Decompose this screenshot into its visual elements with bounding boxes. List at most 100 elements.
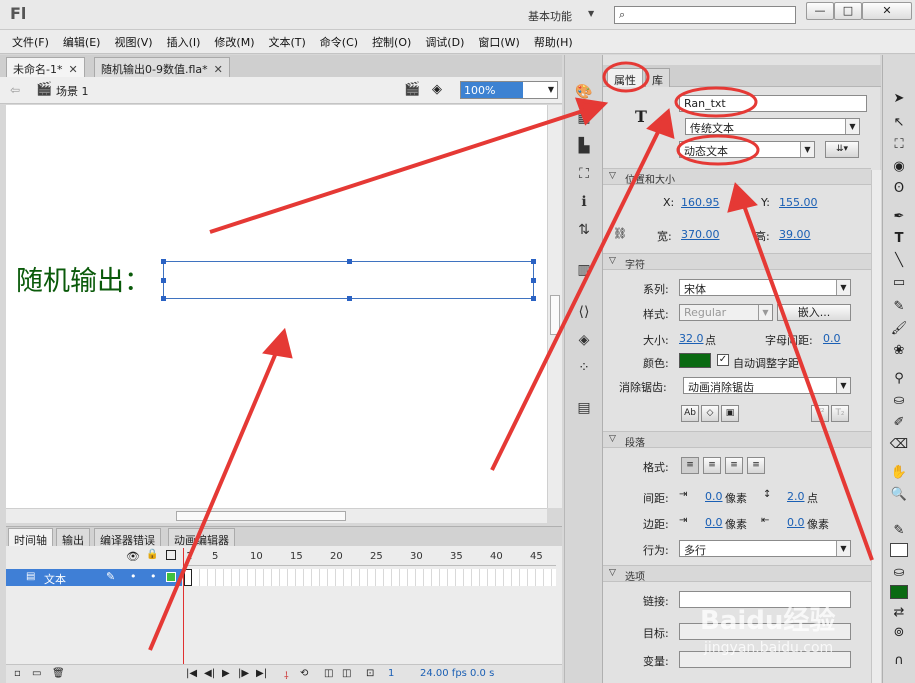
subscript-button[interactable]: T₂ xyxy=(831,405,849,422)
last-frame-icon[interactable]: ▶| xyxy=(256,668,267,679)
components-icon[interactable]: ◈ xyxy=(575,331,593,349)
close-icon[interactable]: ✕ xyxy=(68,63,77,76)
free-transform-tool-icon[interactable]: ⛶ xyxy=(889,135,909,155)
menu-insert[interactable]: 插入(I) xyxy=(167,34,201,50)
chevron-down-icon[interactable]: ▼ xyxy=(836,378,850,393)
render-html-button[interactable]: ◇ xyxy=(701,405,719,422)
chevron-down-icon[interactable]: ▼ xyxy=(845,119,859,134)
maximize-button[interactable]: □ xyxy=(834,2,862,20)
embed-button[interactable]: 嵌入... xyxy=(777,304,851,321)
eyedropper-tool-icon[interactable]: ✐ xyxy=(889,413,909,433)
eye-icon[interactable]: 👁 xyxy=(126,550,140,563)
zoom-select[interactable]: 100% ▼ xyxy=(460,81,558,99)
selectable-button[interactable]: Ab xyxy=(681,405,699,422)
resize-handle[interactable] xyxy=(531,259,536,264)
justify-button[interactable]: ≡ xyxy=(747,457,765,474)
text-type-select[interactable]: 动态文本 ▼ xyxy=(679,141,815,158)
center-frame-icon[interactable]: ⸸ xyxy=(284,668,289,682)
eraser-tool-icon[interactable]: ⌫ xyxy=(889,435,909,455)
resize-handle[interactable] xyxy=(347,259,352,264)
brush-tool-icon[interactable]: 🖌 xyxy=(889,319,909,339)
transform-icon[interactable]: ⛶ xyxy=(575,165,593,183)
stroke-color-swatch[interactable] xyxy=(890,543,908,557)
layer-row[interactable]: ▤ 文本 ✎ • • xyxy=(6,569,182,586)
lasso-tool-icon[interactable]: ʘ xyxy=(889,179,909,199)
properties-scrollbar[interactable] xyxy=(871,170,881,683)
show-border-button[interactable]: ▣ xyxy=(721,405,739,422)
tab-compiler-errors[interactable]: 编译器错误 xyxy=(94,528,161,547)
chevron-down-icon[interactable]: ▼ xyxy=(836,280,850,295)
onion-skin-icon[interactable]: ◫ xyxy=(324,668,333,679)
edit-scene-icon[interactable]: 🎬 xyxy=(404,82,420,97)
hand-tool-icon[interactable]: ✋ xyxy=(889,463,909,483)
width-value[interactable]: 370.00 xyxy=(681,228,720,241)
frame-ruler[interactable]: 1 5 10 15 20 25 30 35 40 45 xyxy=(184,548,556,566)
playhead[interactable] xyxy=(183,548,184,683)
antialias-select[interactable]: 动画消除锯齿 ▼ xyxy=(683,377,851,394)
right-margin-value[interactable]: 0.0 xyxy=(787,516,805,529)
menu-text[interactable]: 文本(T) xyxy=(268,34,305,50)
deco-tool-icon[interactable]: ❀ xyxy=(889,341,909,361)
info-icon[interactable]: ℹ xyxy=(575,193,593,211)
layer-color-swatch[interactable] xyxy=(166,572,176,582)
close-button[interactable]: ✕ xyxy=(862,2,912,20)
tab-output[interactable]: 输出 xyxy=(56,528,90,547)
font-family-select[interactable]: 宋体 ▼ xyxy=(679,279,851,296)
resize-handle[interactable] xyxy=(161,278,166,283)
rectangle-tool-icon[interactable]: ▭ xyxy=(889,273,909,293)
menu-debug[interactable]: 调试(D) xyxy=(425,34,464,50)
y-value[interactable]: 155.00 xyxy=(779,196,818,209)
doc-tab-random-output[interactable]: 随机输出0-9数值.fla* ✕ xyxy=(94,57,230,77)
tab-motion-editor[interactable]: 动画编辑器 xyxy=(168,528,235,547)
dynamic-text-field[interactable] xyxy=(161,259,536,301)
menu-control[interactable]: 控制(O) xyxy=(372,34,411,50)
resize-handle[interactable] xyxy=(161,259,166,264)
workspace-switcher[interactable]: 基本功能 xyxy=(528,8,572,24)
library-icon[interactable]: ▥ xyxy=(575,261,593,279)
bone-tool-icon[interactable]: ⚲ xyxy=(889,369,909,389)
menu-help[interactable]: 帮助(H) xyxy=(534,34,573,50)
superscript-button[interactable]: T² xyxy=(811,405,829,422)
height-value[interactable]: 39.00 xyxy=(779,228,811,241)
autokern-checkbox[interactable]: ✓ xyxy=(717,354,729,366)
align-left-button[interactable]: ≡ xyxy=(681,457,699,474)
scrollbar-thumb[interactable] xyxy=(550,295,560,335)
orientation-button[interactable]: ⇊▾ xyxy=(825,141,859,158)
stage-canvas[interactable]: 随机输出： xyxy=(6,105,547,508)
paint-bucket-tool-icon[interactable]: ⛀ xyxy=(889,391,909,411)
menu-view[interactable]: 视图(V) xyxy=(114,34,152,50)
step-back-icon[interactable]: ◀| xyxy=(204,668,215,679)
color-icon[interactable]: 🎨 xyxy=(575,83,593,101)
resize-handle[interactable] xyxy=(531,278,536,283)
link-lock-icon[interactable]: ⛓ xyxy=(613,227,627,240)
motion-presets-icon[interactable]: ⁘ xyxy=(575,359,593,377)
close-icon[interactable]: ✕ xyxy=(214,63,223,76)
chevron-down-icon[interactable]: ▼ xyxy=(588,9,594,18)
menu-edit[interactable]: 编辑(E) xyxy=(63,34,101,50)
swap-colors-icon[interactable]: ⇄ xyxy=(889,603,909,623)
text-engine-select[interactable]: 传统文本 ▼ xyxy=(685,118,860,135)
zoom-tool-icon[interactable]: 🔍 xyxy=(889,485,909,505)
section-options[interactable]: 选项 xyxy=(603,565,871,583)
selection-tool-icon[interactable]: ➤ xyxy=(889,89,909,109)
history-icon[interactable]: ⇅ xyxy=(575,221,593,239)
text-tool-icon[interactable]: T xyxy=(889,229,909,249)
stage-static-text[interactable]: 随机输出： xyxy=(16,259,151,298)
stage-horizontal-scrollbar[interactable] xyxy=(6,508,547,523)
edit-frames-icon[interactable]: ⊡ xyxy=(366,668,374,679)
align-right-button[interactable]: ≡ xyxy=(725,457,743,474)
chevron-down-icon[interactable]: ▼ xyxy=(548,85,554,94)
minimize-button[interactable]: — xyxy=(806,2,834,20)
tab-timeline[interactable]: 时间轴 xyxy=(8,528,53,547)
tab-properties[interactable]: 属性 xyxy=(607,68,643,87)
pencil-tool-icon[interactable]: ✎ xyxy=(889,297,909,317)
line-spacing-value[interactable]: 2.0 xyxy=(787,490,805,503)
size-value[interactable]: 32.0 xyxy=(679,332,704,345)
resize-handle[interactable] xyxy=(531,296,536,301)
movie-explorer-icon[interactable]: ▤ xyxy=(575,399,593,417)
lock-dot-icon[interactable]: • xyxy=(150,570,157,583)
keyframe[interactable] xyxy=(184,569,192,586)
outline-icon[interactable] xyxy=(166,550,176,560)
doc-tab-untitled[interactable]: 未命名-1* ✕ xyxy=(6,57,85,77)
lock-icon[interactable]: 🔒 xyxy=(146,549,158,560)
